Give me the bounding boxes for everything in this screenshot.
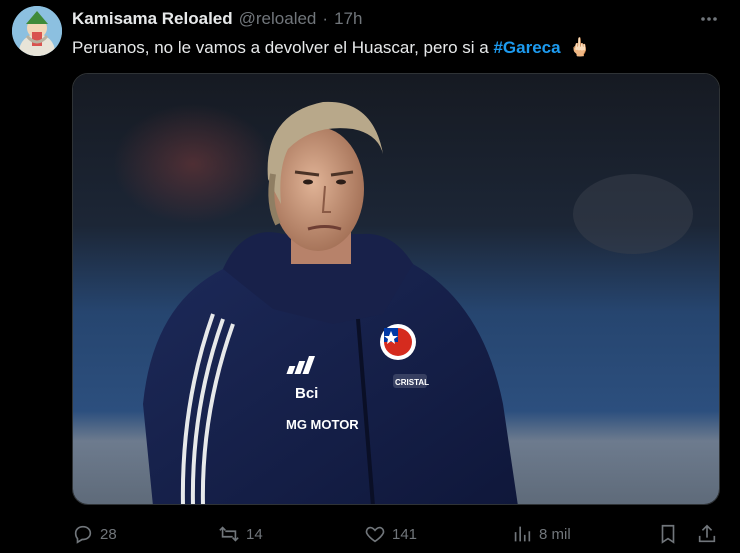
emoji: 🖕🏻: [568, 37, 592, 57]
tweet-header: Kamisama Reloaled @reloaled · 17h: [72, 8, 362, 30]
tweet-text: Peruanos, no le vamos a devolver el Huas…: [72, 36, 591, 59]
bookmark-button[interactable]: [657, 518, 679, 550]
bookmark-icon: [661, 524, 675, 544]
views-count: 8 mil: [539, 525, 571, 543]
avatar-image: [12, 6, 62, 56]
more-button[interactable]: [698, 8, 720, 30]
tweet-photo[interactable]: Bci MG MOTOR CRISTAL: [72, 73, 720, 505]
views-icon: [514, 526, 531, 542]
reply-count: 28: [100, 525, 117, 543]
tweet: Kamisama Reloaled @reloaled · 17h Peruan…: [0, 0, 740, 553]
like-button[interactable]: 141: [364, 518, 417, 550]
sponsor-cristal-text: CRISTAL: [395, 378, 429, 387]
views-button[interactable]: 8 mil: [511, 518, 571, 550]
repost-icon: [219, 526, 239, 542]
handle[interactable]: @reloaled: [239, 9, 317, 29]
more-icon: [701, 17, 717, 21]
avatar[interactable]: [12, 6, 62, 56]
sponsor-bci-text: Bci: [295, 385, 318, 402]
share-button[interactable]: [696, 518, 718, 550]
separator-dot: ·: [322, 9, 329, 28]
tweet-actions: 28 14 141 8 mil: [72, 518, 728, 550]
repost-button[interactable]: 14: [218, 518, 263, 550]
photo-image: Bci MG MOTOR CRISTAL: [73, 74, 719, 504]
timestamp[interactable]: 17h: [334, 9, 362, 29]
hashtag-link[interactable]: #Gareca: [493, 38, 560, 57]
sponsor-mg-text: MG MOTOR: [286, 417, 359, 432]
reply-button[interactable]: 28: [72, 518, 117, 550]
like-count: 141: [392, 525, 418, 543]
repost-count: 14: [246, 525, 263, 543]
share-icon: [698, 524, 716, 543]
reply-icon: [74, 525, 92, 544]
heart-icon: [365, 526, 385, 543]
display-name[interactable]: Kamisama Reloaled: [72, 9, 233, 29]
tweet-body: Peruanos, no le vamos a devolver el Huas…: [72, 38, 489, 57]
